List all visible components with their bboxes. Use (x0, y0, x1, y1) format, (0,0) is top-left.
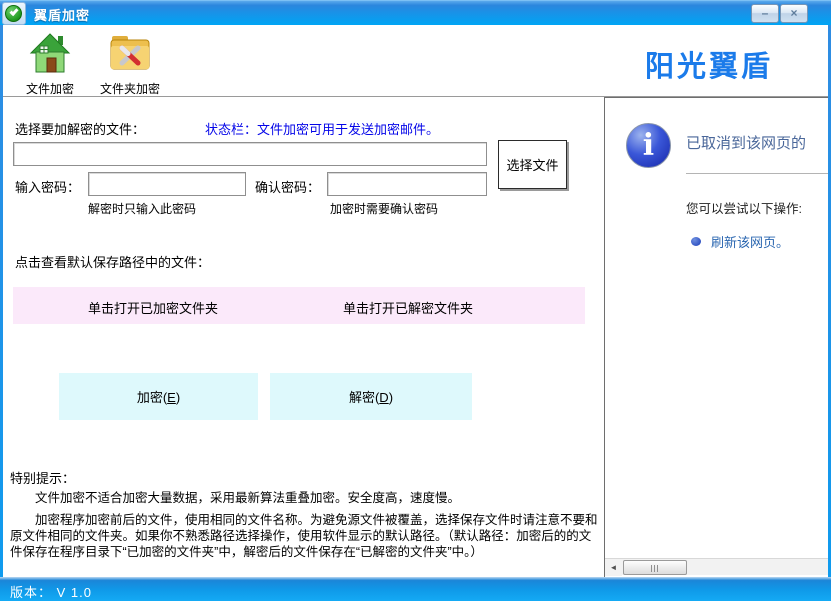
default-folders-heading: 点击查看默认保存路径中的文件： (15, 252, 210, 271)
confirm-password-hint: 加密时需要确认密码 (330, 200, 438, 217)
toolbar-item-file-encrypt[interactable]: 文件加密 (11, 33, 89, 97)
check-badge-icon (5, 5, 22, 22)
minimize-button[interactable]: – (751, 4, 779, 23)
horizontal-scrollbar[interactable]: ◄ (605, 558, 828, 575)
toolbar-item-label: 文件加密 (11, 80, 89, 97)
password-label: 输入密码： (15, 177, 80, 196)
password-hint: 解密时只输入此密码 (88, 200, 196, 217)
encrypt-button[interactable]: 加密(E) (59, 373, 258, 420)
scrollbar-thumb-grip (651, 565, 660, 572)
toolbar-item-folder-encrypt[interactable]: 文件夹加密 (91, 33, 169, 97)
toolbar: 文件加密 文件夹加密 阳光翼盾 (3, 25, 828, 97)
info-icon: i (626, 123, 671, 168)
open-encrypted-folder-link[interactable]: 单击打开已加密文件夹 (88, 298, 218, 317)
choose-file-button[interactable]: 选择文件 (498, 140, 567, 189)
suggestions-label: 您可以尝试以下操作: (686, 198, 802, 217)
close-button[interactable]: × (780, 4, 808, 23)
file-select-label: 选择要加解密的文件： (15, 119, 145, 138)
scrollbar-thumb[interactable] (623, 560, 687, 575)
status-note: 状态栏：文件加密可用于发送加密邮件。 (205, 119, 439, 138)
file-path-input[interactable] (13, 142, 487, 166)
brand-logo: 阳光翼盾 (645, 43, 795, 85)
confirm-password-label: 确认密码： (255, 177, 320, 196)
password-input[interactable] (88, 172, 246, 196)
folder-links-bar: 单击打开已加密文件夹 单击打开已解密文件夹 (13, 287, 585, 324)
divider (686, 173, 828, 174)
tip-line-1: 文件加密不适合加密大量数据，采用最新算法重叠加密。安全度高，速度慢。 (10, 490, 600, 506)
refresh-page-link[interactable]: 刷新该网页。 (711, 232, 789, 251)
statusbar: 版本： V 1.0 (0, 577, 831, 601)
toolbar-item-label: 文件夹加密 (91, 80, 169, 97)
open-decrypted-folder-link[interactable]: 单击打开已解密文件夹 (343, 298, 473, 317)
tip-line-2: 加密程序加密前后的文件，使用相同的文件名称。为避免源文件被覆盖，选择保存文件时请… (10, 512, 600, 560)
decrypt-button[interactable]: 解密(D) (270, 373, 472, 420)
window-title: 翼盾加密 (34, 5, 90, 24)
titlebar: 翼盾加密 – × (0, 0, 831, 25)
app-icon[interactable] (2, 2, 26, 25)
error-heading: 已取消到该网页的 (686, 132, 806, 153)
browser-error-panel: i 已取消到该网页的 您可以尝试以下操作: 刷新该网页。 ◄ (604, 97, 828, 577)
scrollbar-left-arrow-icon[interactable]: ◄ (605, 559, 622, 576)
bullet-icon (691, 237, 701, 246)
house-icon (29, 33, 71, 73)
folder-tools-icon (109, 33, 151, 73)
main-panel: 选择要加解密的文件： 状态栏：文件加密可用于发送加密邮件。 选择文件 输入密码：… (3, 97, 604, 577)
app-window: 翼盾加密 – × 文件加密 (0, 0, 831, 601)
tips-heading: 特别提示： (10, 468, 75, 487)
confirm-password-input[interactable] (327, 172, 487, 196)
version-text: 版本： V 1.0 (10, 582, 92, 601)
